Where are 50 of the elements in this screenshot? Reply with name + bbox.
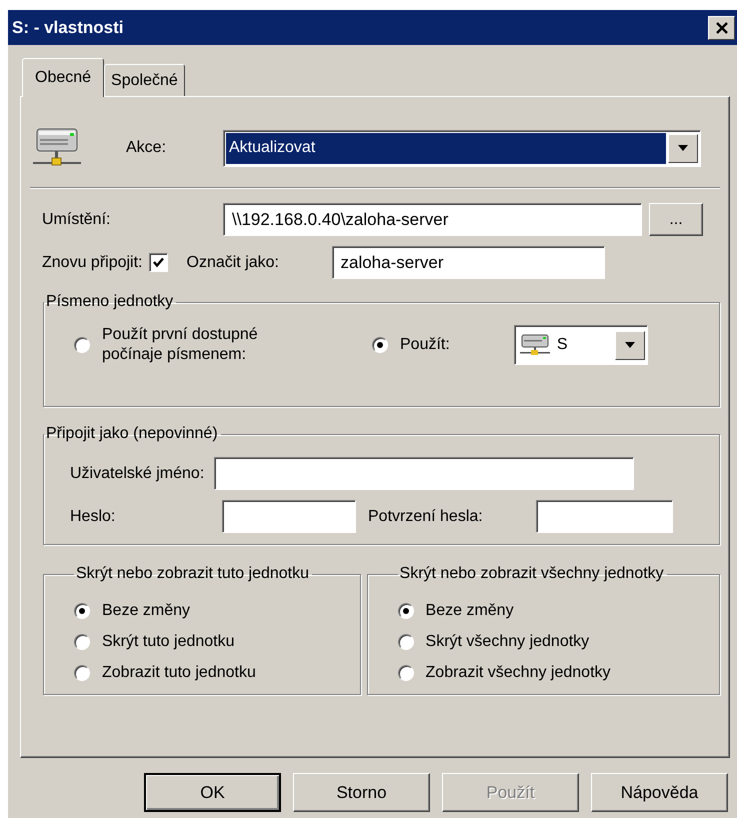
dialog-button[interactable]: Storno <box>293 773 430 812</box>
location-field[interactable]: \\192.168.0.40\zaloha-server <box>223 203 642 236</box>
field-label: Označit jako: <box>186 254 280 272</box>
radio-button[interactable] <box>74 664 90 680</box>
label-field[interactable]: zaloha-server <box>332 246 604 279</box>
radio-label: Beze změny <box>426 602 514 620</box>
checkbox[interactable] <box>148 253 168 272</box>
browse-button[interactable]: ... <box>649 203 703 236</box>
dropdown-button[interactable] <box>668 134 698 162</box>
username-field[interactable] <box>214 457 634 490</box>
action-dropdown[interactable]: Aktualizovat <box>223 130 701 166</box>
radio-button[interactable] <box>74 602 90 618</box>
radio-button[interactable] <box>372 337 388 353</box>
radio-label: Beze změny <box>102 602 190 620</box>
server-icon <box>518 333 551 357</box>
caret-icon <box>624 342 635 348</box>
radio-label: Skrýt tuto jednotku <box>102 632 235 650</box>
radio-button[interactable] <box>398 664 414 680</box>
dialog-button[interactable]: Nápověda <box>591 773 728 812</box>
radio-button[interactable] <box>398 602 414 618</box>
group-title: Skrýt nebo zobrazit všechny jednotky <box>398 565 665 583</box>
password-field[interactable] <box>536 500 673 533</box>
radio-button[interactable] <box>74 337 90 353</box>
group-title: Skrýt nebo zobrazit tuto jednotku <box>75 565 310 583</box>
close-button[interactable] <box>708 16 735 40</box>
radio-label: Použít první dostupné počínaje písmenem: <box>102 325 259 365</box>
tab[interactable]: Společné <box>104 64 185 96</box>
radio-label: Zobrazit tuto jednotku <box>102 664 256 682</box>
window-title: S: - vlastnosti <box>12 18 124 38</box>
radio-button[interactable] <box>398 634 414 650</box>
field-label: Uživatelské jméno: <box>70 464 204 482</box>
radio-label: Skrýt všechny jednotky <box>426 632 590 650</box>
group-title: Písmeno jednotky <box>45 293 174 311</box>
field-label: Potvrzení hesla: <box>368 508 484 526</box>
password-field[interactable] <box>222 500 356 533</box>
caret-icon <box>678 145 688 151</box>
check-icon <box>152 256 164 269</box>
radio-button[interactable] <box>74 634 90 650</box>
dropdown-button[interactable] <box>614 330 645 360</box>
radio-label: Použít: <box>400 336 450 354</box>
close-icon <box>714 22 728 34</box>
group-title: Připojit jako (nepovinné) <box>45 425 219 443</box>
field-label: Akce: <box>126 139 168 157</box>
drive-letter-dropdown[interactable]: S <box>514 325 648 365</box>
radio-label: Zobrazit všechny jednotky <box>426 664 611 682</box>
dialog-button[interactable]: OK <box>144 773 281 812</box>
checkbox-label: Znovu připojit: <box>42 254 142 272</box>
field-label: Heslo: <box>70 508 116 526</box>
field-label: Umístění: <box>42 210 112 228</box>
tab[interactable]: Obecné <box>22 58 104 97</box>
